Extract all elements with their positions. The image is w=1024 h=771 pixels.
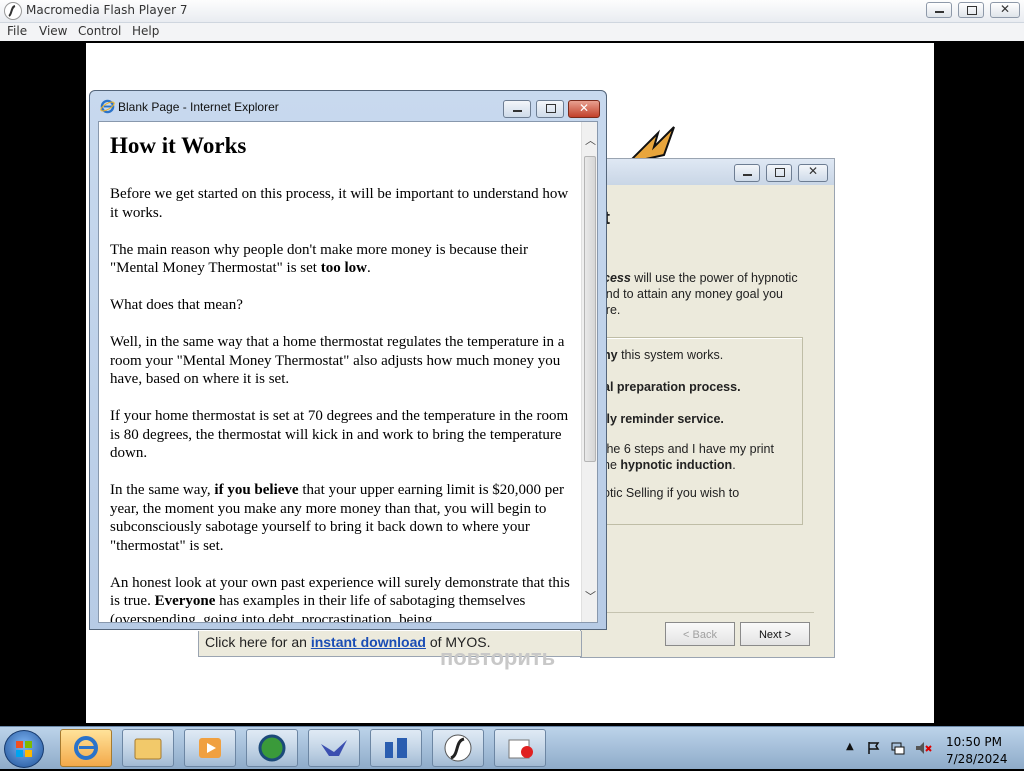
restore-icon	[546, 104, 556, 113]
flash-app-icon	[4, 2, 22, 20]
ie-restore-button[interactable]	[536, 100, 564, 118]
article-paragraph: If your home thermostat is set at 70 deg…	[110, 408, 569, 461]
movie-intro-line-2: ind to attain any money goal you	[603, 287, 783, 301]
close-icon: ✕	[579, 101, 590, 115]
article-paragraph: In the same way, if you believe that you…	[110, 482, 564, 554]
article-paragraph: What does that mean?	[110, 297, 243, 313]
taskbar-network-app[interactable]	[370, 729, 422, 767]
article-paragraph: An honest look at your own past experien…	[110, 574, 570, 623]
emphasis-text: too low	[320, 260, 367, 276]
flash-titlebar[interactable]: Macromedia Flash Player 7 ✕	[0, 0, 1024, 23]
internet-explorer-icon	[74, 736, 98, 760]
ie-page-content[interactable]: How it Works Before we get started on th…	[98, 121, 598, 623]
ie-window: Blank Page - Internet Explorer ✕ How it …	[89, 90, 607, 630]
article-paragraph: Well, in the same way that a home thermo…	[110, 334, 565, 387]
scrollbar-thumb[interactable]	[584, 156, 596, 462]
movie-dialog-titlebar[interactable]: ✕	[581, 159, 834, 185]
taskbar-bird-app[interactable]	[308, 729, 360, 767]
replay-label[interactable]: повторить	[440, 645, 555, 671]
show-hidden-icons-icon[interactable]: ▲	[846, 741, 854, 752]
start-button[interactable]	[4, 730, 44, 768]
volume-muted-icon[interactable]	[914, 740, 932, 756]
taskbar-media-player[interactable]	[184, 729, 236, 767]
windows-logo-icon	[16, 741, 32, 757]
minimize-icon	[935, 11, 944, 13]
paint-icon	[508, 739, 533, 759]
bird-icon	[321, 740, 347, 756]
movie-close-button[interactable]: ✕	[798, 164, 828, 182]
movie-minimize-button[interactable]	[734, 164, 760, 182]
clock-time[interactable]: 10:50 PM	[946, 735, 1002, 749]
flash-menubar: File View Control Help	[0, 23, 1024, 41]
minimize-icon	[743, 174, 752, 176]
back-button[interactable]: < Back	[665, 622, 735, 646]
menu-file[interactable]: File	[7, 24, 27, 38]
movie-intro-line-1: cess will use the power of hypnotic	[603, 271, 798, 285]
page-title: How it Works	[110, 133, 247, 158]
network-icon	[385, 738, 407, 758]
close-button[interactable]: ✕	[990, 2, 1020, 18]
taskbar-file-explorer[interactable]	[122, 729, 174, 767]
ie-minimize-button[interactable]	[503, 100, 531, 118]
menu-view[interactable]: View	[39, 24, 67, 38]
internet-explorer-icon	[100, 99, 115, 114]
movie-step-1[interactable]: hy this system works.	[603, 348, 723, 362]
taskbar-browser-globe[interactable]	[246, 729, 298, 767]
globe-icon	[258, 734, 286, 762]
scroll-down-icon[interactable]: ﹀	[585, 588, 596, 604]
restore-icon	[967, 6, 977, 15]
article-paragraph: The main reason why people don't make mo…	[110, 241, 528, 277]
taskbar-paint-app[interactable]	[494, 729, 546, 767]
movie-step-3[interactable]: ily reminder service.	[603, 412, 724, 426]
article-paragraphs: Before we get started on this process, i…	[110, 185, 580, 623]
article: How it Works Before we get started on th…	[110, 132, 580, 623]
close-icon: ✕	[1000, 2, 1011, 16]
ie-close-button[interactable]: ✕	[568, 100, 600, 118]
minimize-button[interactable]	[926, 2, 952, 18]
next-button[interactable]: Next >	[740, 622, 810, 646]
clock-date[interactable]: 7/28/2024	[946, 752, 1008, 766]
movie-dialog: ✕ cess will use the power of hypnotic in…	[580, 158, 835, 658]
taskbar-flash-player[interactable]	[432, 729, 484, 767]
taskbar: ▲	[0, 726, 1024, 769]
ie-window-title: Blank Page - Internet Explorer	[118, 100, 279, 114]
taskbar-internet-explorer[interactable]	[60, 729, 112, 767]
ie-scrollbar[interactable]: ︿ ﹀	[581, 122, 597, 622]
folder-icon	[134, 738, 162, 760]
scroll-up-icon[interactable]: ︿	[585, 132, 596, 148]
movie-step-2[interactable]: al preparation process.	[603, 380, 741, 394]
close-icon: ✕	[808, 164, 819, 178]
network-status-icon[interactable]	[890, 740, 906, 756]
menu-help[interactable]: Help	[132, 24, 159, 38]
menu-control[interactable]: Control	[78, 24, 121, 38]
emphasis-text: Everyone	[154, 593, 216, 609]
emphasis-text: if you believe	[214, 482, 299, 498]
movie-divider	[601, 612, 814, 613]
media-player-icon	[199, 738, 221, 758]
restore-button[interactable]	[958, 2, 984, 18]
minimize-icon	[513, 110, 522, 112]
movie-step-4-cont: he hypnotic induction.	[603, 458, 736, 472]
flash-icon	[444, 734, 472, 762]
movie-step-4[interactable]: the 6 steps and I have my print	[603, 442, 774, 456]
article-paragraph: Before we get started on this process, i…	[110, 186, 569, 221]
action-center-flag-icon[interactable]	[866, 740, 882, 756]
flash-window-title: Macromedia Flash Player 7	[26, 3, 188, 17]
instant-download-link[interactable]: instant download	[311, 634, 426, 650]
movie-restore-button[interactable]	[766, 164, 792, 182]
restore-icon	[775, 168, 785, 177]
movie-step-5[interactable]: otic Selling if you wish to	[603, 486, 739, 500]
